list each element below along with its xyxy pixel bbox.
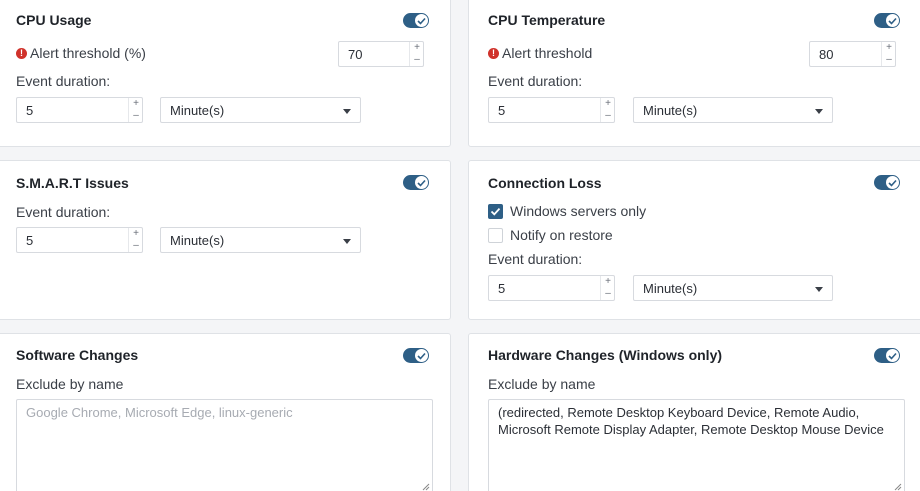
duration-unit-value: Minute(s) [170, 233, 225, 248]
duration-label: Event duration: [16, 73, 111, 89]
hardware-changes-card: Hardware Changes (Windows only) Exclude … [468, 333, 920, 491]
increment-button[interactable]: + [601, 98, 615, 110]
card-title: Software Changes [16, 347, 139, 363]
resize-grip-icon[interactable] [894, 483, 902, 491]
threshold-input[interactable]: 80 + – [809, 41, 896, 67]
cpu-usage-card: CPU Usage ! Alert threshold (%) 70 + – E… [0, 0, 451, 147]
decrement-button[interactable]: – [601, 288, 615, 300]
duration-unit-value: Minute(s) [643, 103, 698, 118]
software-changes-toggle[interactable] [403, 348, 429, 363]
caret-down-icon [815, 287, 823, 292]
duration-unit-value: Minute(s) [170, 103, 225, 118]
check-icon [490, 207, 501, 216]
stepper: + – [128, 228, 142, 252]
exclamation-circle-icon: ! [16, 47, 27, 59]
check-icon [415, 349, 428, 362]
smart-issues-toggle[interactable] [403, 175, 429, 190]
decrement-button[interactable]: – [129, 240, 143, 252]
card-title: CPU Usage [16, 12, 92, 28]
card-title: Connection Loss [488, 175, 602, 191]
card-title: S.M.A.R.T Issues [16, 175, 129, 191]
duration-input[interactable]: 5 + – [488, 275, 615, 301]
increment-button[interactable]: + [601, 276, 615, 288]
duration-unit-select[interactable]: Minute(s) [633, 275, 833, 301]
stepper: + – [600, 276, 614, 300]
software-changes-card: Software Changes Exclude by name Google … [0, 333, 451, 491]
check-icon [886, 176, 899, 189]
increment-button[interactable]: + [129, 98, 143, 110]
threshold-value: 80 [819, 47, 834, 62]
check-icon [415, 176, 428, 189]
duration-input[interactable]: 5 + – [16, 227, 143, 253]
duration-label: Event duration: [488, 73, 583, 89]
card-title: CPU Temperature [488, 12, 606, 28]
decrement-button[interactable]: – [129, 110, 143, 122]
exclude-value: (redirected, Remote Desktop Keyboard Dev… [498, 405, 884, 437]
smart-issues-card: S.M.A.R.T Issues Event duration: 5 + – M… [0, 160, 451, 320]
duration-unit-select[interactable]: Minute(s) [160, 227, 361, 253]
duration-value: 5 [498, 103, 506, 118]
duration-unit-select[interactable]: Minute(s) [633, 97, 833, 123]
resize-grip-icon[interactable] [422, 483, 430, 491]
duration-value: 5 [26, 233, 34, 248]
duration-input[interactable]: 5 + – [16, 97, 143, 123]
stepper: + – [881, 42, 895, 66]
duration-unit-select[interactable]: Minute(s) [160, 97, 361, 123]
connection-loss-toggle[interactable] [874, 175, 900, 190]
exclude-by-name-textarea[interactable]: Google Chrome, Microsoft Edge, linux-gen… [16, 399, 433, 491]
caret-down-icon [343, 239, 351, 244]
duration-unit-value: Minute(s) [643, 281, 698, 296]
check-icon [415, 14, 428, 27]
duration-value: 5 [26, 103, 34, 118]
stepper: + – [600, 98, 614, 122]
caret-down-icon [815, 109, 823, 114]
decrement-button[interactable]: – [410, 54, 424, 66]
windows-servers-only-label: Windows servers only [510, 203, 647, 219]
check-icon [886, 349, 899, 362]
exclude-placeholder: Google Chrome, Microsoft Edge, linux-gen… [26, 405, 293, 420]
increment-button[interactable]: + [410, 42, 424, 54]
duration-label: Event duration: [16, 204, 111, 220]
caret-down-icon [343, 109, 351, 114]
duration-label: Event duration: [488, 251, 583, 267]
notify-on-restore-checkbox[interactable] [488, 228, 503, 243]
notify-on-restore-label: Notify on restore [510, 227, 613, 243]
exclude-label: Exclude by name [16, 376, 124, 392]
threshold-label-row: ! Alert threshold (%) [16, 45, 146, 61]
decrement-button[interactable]: – [601, 110, 615, 122]
stepper: + – [409, 42, 423, 66]
windows-servers-only-checkbox[interactable] [488, 204, 503, 219]
threshold-label: Alert threshold [502, 45, 593, 61]
check-icon [886, 14, 899, 27]
threshold-label-row: ! Alert threshold [488, 45, 592, 61]
duration-value: 5 [498, 281, 506, 296]
exclude-by-name-textarea[interactable]: (redirected, Remote Desktop Keyboard Dev… [488, 399, 905, 491]
decrement-button[interactable]: – [882, 54, 896, 66]
card-title: Hardware Changes (Windows only) [488, 347, 723, 363]
stepper: + – [128, 98, 142, 122]
cpu-temperature-card: CPU Temperature ! Alert threshold 80 + –… [468, 0, 920, 147]
exclude-label: Exclude by name [488, 376, 596, 392]
increment-button[interactable]: + [882, 42, 896, 54]
cpu-temperature-toggle[interactable] [874, 13, 900, 28]
threshold-value: 70 [348, 47, 363, 62]
duration-input[interactable]: 5 + – [488, 97, 615, 123]
threshold-label: Alert threshold (%) [30, 45, 146, 61]
increment-button[interactable]: + [129, 228, 143, 240]
hardware-changes-toggle[interactable] [874, 348, 900, 363]
connection-loss-card: Connection Loss Windows servers only Not… [468, 160, 920, 320]
cpu-usage-toggle[interactable] [403, 13, 429, 28]
exclamation-circle-icon: ! [488, 47, 499, 59]
threshold-input[interactable]: 70 + – [338, 41, 424, 67]
